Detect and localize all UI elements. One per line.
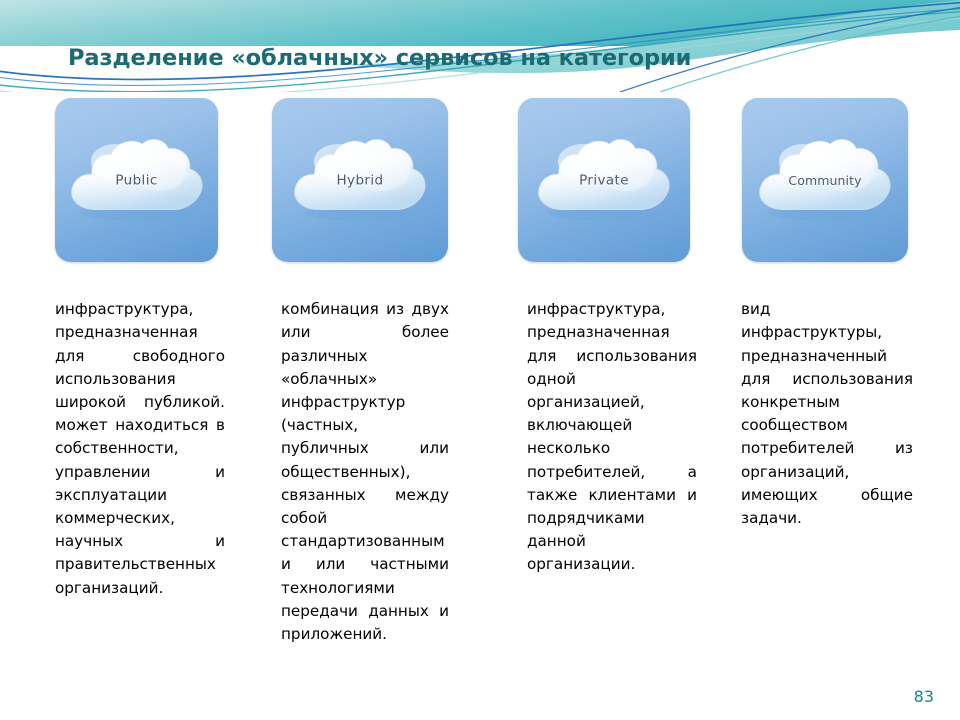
description-public: инфраструктура, предназначенная для своб…	[55, 300, 225, 597]
page-number: 83	[913, 687, 934, 706]
description-private: инфраструктура, предназначенная для испо…	[527, 300, 697, 574]
cloud-icon	[749, 132, 901, 228]
page-title: Разделение «облачных» сервисов на катего…	[68, 45, 692, 72]
cloud-icon	[63, 132, 211, 228]
slide: Разделение «облачных» сервисов на катего…	[0, 0, 960, 720]
cloud-card-community: Community	[742, 98, 908, 262]
cloud-cards-row: Public Hybrid Private Community	[0, 98, 960, 264]
cloud-card-public: Public	[55, 98, 218, 262]
description-hybrid: комбинация из двух или более различных «…	[281, 300, 449, 644]
description-community: вид инфраструктуры, предназначенный для …	[741, 300, 913, 528]
cloud-icon	[530, 132, 678, 228]
cloud-card-hybrid: Hybrid	[272, 98, 448, 262]
cloud-icon	[284, 132, 436, 228]
cloud-card-private: Private	[518, 98, 690, 262]
